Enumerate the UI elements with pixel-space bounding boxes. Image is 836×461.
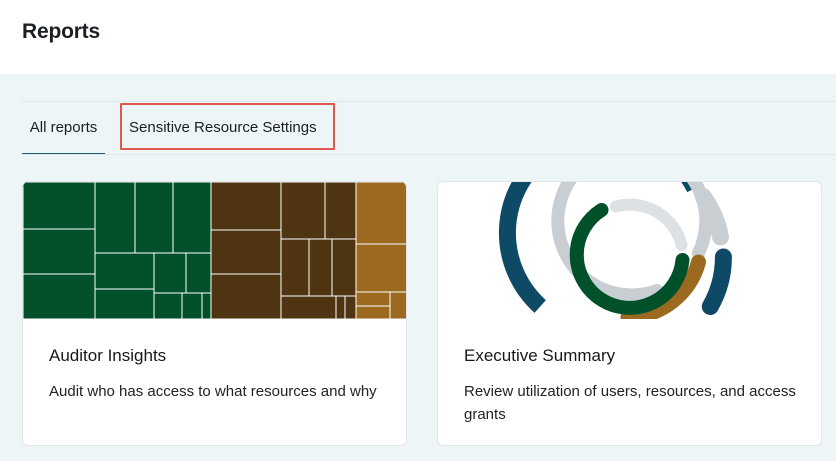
- concentric-rings-illustration: [498, 182, 732, 319]
- report-tabs: All reports Sensitive Resource Settings: [22, 103, 836, 155]
- card-description: Review utilization of users, resources, …: [464, 383, 796, 423]
- divider: [22, 101, 836, 102]
- card-description: Audit who has access to what resources a…: [49, 383, 377, 400]
- tab-all-reports[interactable]: All reports: [22, 103, 105, 155]
- tabs-divider: [22, 154, 836, 155]
- report-card-auditor-insights[interactable]: Auditor Insights Audit who has access to…: [22, 181, 407, 446]
- card-title: Auditor Insights: [49, 346, 167, 365]
- page-title: Reports: [22, 20, 100, 43]
- page-header: Reports: [0, 0, 836, 74]
- report-card-executive-summary[interactable]: Executive Summary Review utilization of …: [437, 181, 822, 446]
- treemap-illustration: [23, 182, 406, 319]
- tab-sensitive-resource-settings[interactable]: Sensitive Resource Settings: [120, 103, 335, 150]
- card-title: Executive Summary: [464, 346, 616, 365]
